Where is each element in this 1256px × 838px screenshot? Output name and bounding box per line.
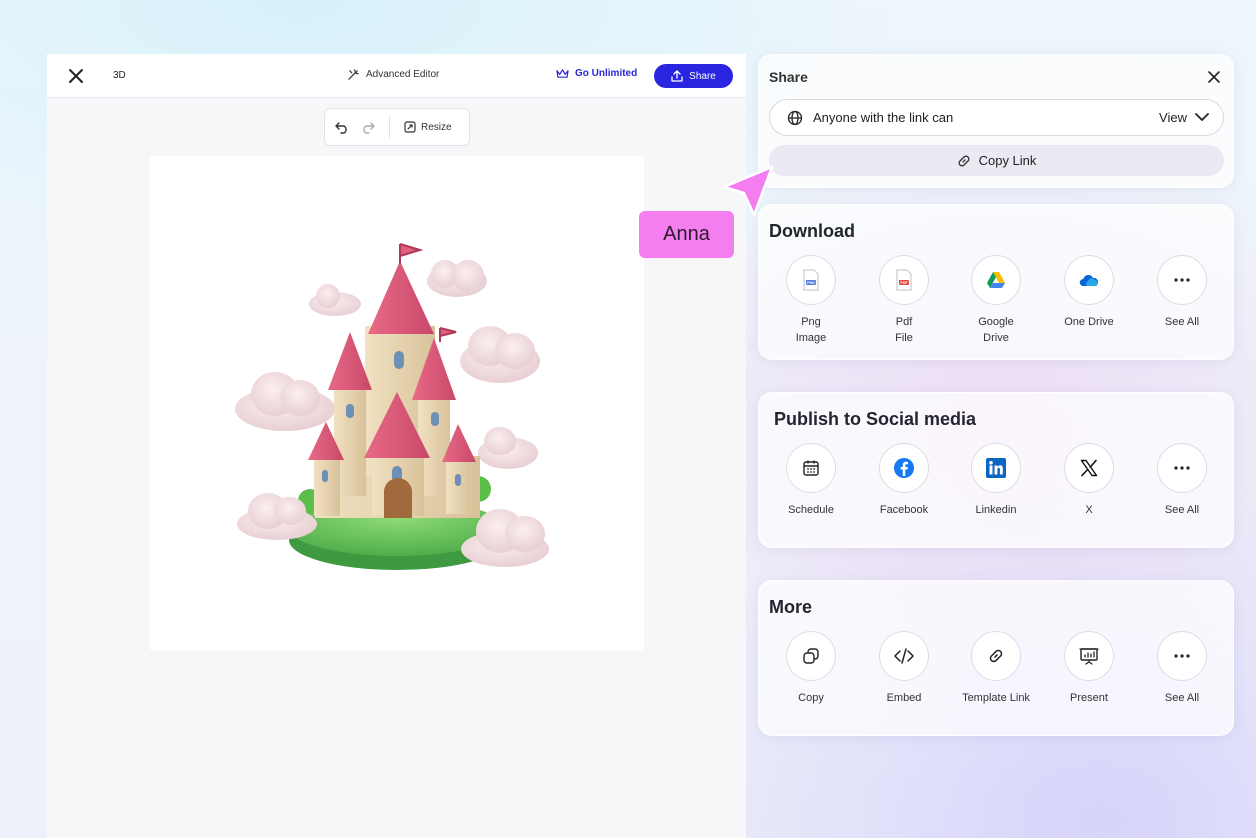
download-pdf-button[interactable]: PDF Pdf File [858,255,950,346]
toolbar-divider [389,116,390,138]
pdf-file-icon: PDF [879,255,929,305]
embed-code-icon [879,631,929,681]
editor-panel: 3D Advanced Editor Go Unlimited Share Re… [47,54,746,838]
one-drive-icon [1064,255,1114,305]
linkedin-icon [971,443,1021,493]
download-section: Download PNG Png Image PDF Pdf File Google… [758,204,1234,360]
x-label: X [1085,504,1093,516]
embed-button[interactable]: Embed [858,631,950,706]
download-png-label: Png Image [795,316,827,344]
facebook-label: Facebook [879,504,929,516]
more-icon [1157,443,1207,493]
close-icon[interactable] [1207,70,1221,84]
one-drive-label: One Drive [1064,316,1114,328]
undo-icon[interactable] [335,121,350,134]
share-panel: Share Anyone with the link can View Copy… [758,54,1234,188]
svg-text:PNG: PNG [807,281,815,285]
close-icon[interactable] [67,67,85,85]
resize-button[interactable]: Resize [404,121,452,133]
editor-topbar: 3D Advanced Editor Go Unlimited Share [47,54,746,98]
canvas-toolbar: Resize [324,108,470,146]
download-png-button[interactable]: PNG Png Image [765,255,857,346]
copy-link-button[interactable]: Copy Link [769,145,1224,176]
chevron-down-icon [1195,113,1209,121]
mode-label: 3D [113,70,126,81]
social-title: Publish to Social media [774,409,977,429]
present-icon [1064,631,1114,681]
link-icon [958,155,970,166]
google-drive-label: Google Drive [978,316,1014,344]
share-panel-title: Share [769,69,808,85]
copy-button[interactable]: Copy [765,631,857,706]
more-see-all-button[interactable]: See All [1136,631,1228,706]
copy-link-label: Copy Link [978,153,1037,168]
advanced-editor-label: Advanced Editor [366,69,440,80]
template-link-button[interactable]: Template Link [950,631,1042,706]
linkedin-label: Linkedin [975,504,1017,516]
advanced-editor-button[interactable]: Advanced Editor [347,68,439,81]
facebook-button[interactable]: Facebook [858,443,950,518]
download-title: Download [769,221,855,241]
go-unlimited-label: Go Unlimited [575,68,638,79]
svg-text:PDF: PDF [900,281,908,285]
linkedin-button[interactable]: Linkedin [950,443,1042,518]
embed-label: Embed [886,692,922,704]
collaborator-name: Anna [663,223,710,245]
present-label: Present [1070,692,1108,704]
link-access-value: View [1159,110,1187,125]
social-section: Publish to Social media Schedule Faceboo… [758,392,1234,548]
schedule-label: Schedule [788,504,834,516]
castle-illustration [235,243,549,570]
x-icon [1064,443,1114,493]
link-icon [971,631,1021,681]
x-button[interactable]: X [1043,443,1135,518]
copy-icon [786,631,836,681]
collaborator-name-tag: Anna [639,211,734,258]
schedule-button[interactable]: Schedule [765,443,857,518]
resize-icon [404,121,416,133]
more-see-all-label: See All [1164,692,1200,704]
go-unlimited-button[interactable]: Go Unlimited [556,68,637,79]
share-button[interactable]: Share [654,64,733,88]
more-title: More [769,597,813,617]
calendar-icon [786,443,836,493]
resize-label: Resize [421,121,452,133]
download-see-all-label: See All [1164,316,1200,328]
design-canvas[interactable] [150,156,644,650]
more-section: More Copy Embed Template Link Present Se… [758,580,1234,736]
png-file-icon: PNG [786,255,836,305]
present-button[interactable]: Present [1043,631,1135,706]
social-see-all-button[interactable]: See All [1136,443,1228,518]
magic-wand-icon [348,69,359,80]
link-access-text: Anyone with the link can [813,110,954,125]
one-drive-button[interactable]: One Drive [1043,255,1135,330]
download-see-all-button[interactable]: See All [1136,255,1228,330]
redo-icon[interactable] [360,121,375,134]
facebook-icon [879,443,929,493]
copy-label: Copy [798,692,824,704]
crown-icon [556,69,569,78]
google-drive-button[interactable]: Google Drive [950,255,1042,346]
globe-icon [787,110,803,125]
social-see-all-label: See All [1164,504,1200,516]
google-drive-icon [971,255,1021,305]
template-link-label: Template Link [962,692,1030,704]
download-pdf-label: Pdf File [895,316,913,344]
link-access-dropdown[interactable]: Anyone with the link can View [769,99,1224,136]
upload-icon [671,70,683,82]
more-icon [1157,255,1207,305]
share-button-label: Share [689,70,716,82]
more-icon [1157,631,1207,681]
